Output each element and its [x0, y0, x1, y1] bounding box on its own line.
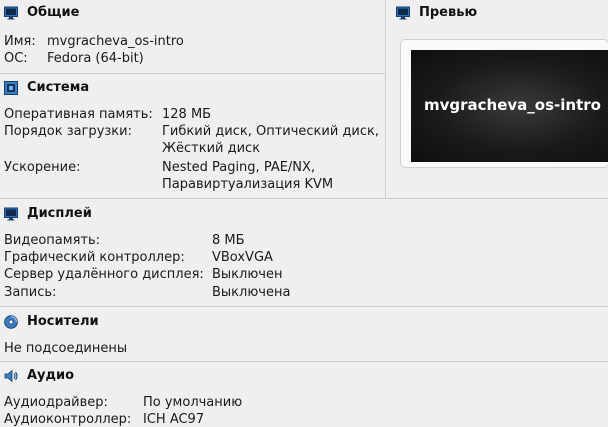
display-header[interactable]: Дисплей [0, 201, 608, 227]
speaker-icon [4, 369, 18, 383]
boot-order-value-line2: Жёсткий диск [162, 141, 261, 156]
divider [0, 73, 385, 74]
system-title: Система [27, 80, 90, 95]
storage-status: Не подсоединены [4, 341, 128, 356]
general-title: Общие [27, 5, 80, 20]
remote-display-label: Сервер удалённого дисплея: [4, 267, 204, 282]
divider [0, 361, 608, 362]
audio-header[interactable]: Аудио [0, 363, 608, 389]
boot-order-value-line1: Гибкий диск, Оптический диск, [162, 124, 380, 139]
audio-controller-value: ICH AC97 [143, 412, 205, 427]
storage-section: Носители Не подсоединены [0, 309, 608, 361]
preview-vm-name: mvgracheva_os-intro [424, 96, 601, 114]
vram-label: Видеопамять: [4, 233, 101, 248]
preview-title: Превью [419, 5, 478, 20]
acceleration-value-line1: Nested Paging, PAE/NX, [162, 160, 316, 175]
general-header[interactable]: Общие [0, 0, 385, 26]
audio-section: Аудио Аудиодрайвер: По умолчанию Аудиоко… [0, 363, 608, 427]
monitor-icon [4, 6, 18, 20]
disc-icon [4, 315, 18, 329]
name-value: mvgracheva_os-intro [47, 34, 184, 49]
audio-driver-label: Аудиодрайвер: [4, 395, 108, 410]
display-title: Дисплей [27, 206, 92, 221]
system-section: Система Оперативная память: 128 МБ Поряд… [0, 75, 385, 198]
audio-title: Аудио [27, 368, 75, 383]
divider [0, 198, 608, 199]
vm-details-panel: Общие Имя: mvgracheva_os-intro ОС: Fedor… [0, 0, 608, 427]
ram-value: 128 МБ [162, 107, 212, 122]
preview-header[interactable]: Превью [386, 0, 608, 26]
monitor-icon [396, 6, 410, 20]
boot-order-label: Порядок загрузки: [4, 124, 132, 139]
acceleration-label: Ускорение: [4, 160, 81, 175]
ram-label: Оперативная память: [4, 107, 153, 122]
os-value: Fedora (64-bit) [47, 51, 144, 66]
monitor-icon [4, 207, 18, 221]
storage-title: Носители [27, 314, 99, 329]
recording-value: Выключена [212, 285, 291, 300]
recording-label: Запись: [4, 285, 57, 300]
graphics-controller-value: VBoxVGA [212, 250, 273, 265]
name-label: Имя: [4, 34, 36, 49]
divider [385, 0, 386, 198]
system-header[interactable]: Система [0, 75, 385, 101]
divider [0, 306, 608, 307]
audio-driver-value: По умолчанию [143, 395, 243, 410]
os-label: ОС: [4, 51, 28, 66]
display-section: Дисплей Видеопамять: 8 МБ Графический ко… [0, 201, 608, 306]
acceleration-value-line2: Паравиртуализация KVM [162, 177, 334, 192]
chip-icon [4, 81, 18, 95]
remote-display-value: Выключен [212, 267, 283, 282]
vram-value: 8 МБ [212, 233, 245, 248]
audio-controller-label: Аудиоконтроллер: [4, 412, 132, 427]
graphics-controller-label: Графический контроллер: [4, 250, 185, 265]
storage-header[interactable]: Носители [0, 309, 608, 335]
general-section: Общие Имя: mvgracheva_os-intro ОС: Fedor… [0, 0, 385, 73]
